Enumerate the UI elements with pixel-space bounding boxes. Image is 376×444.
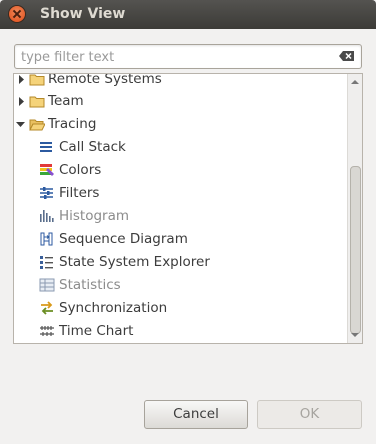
tree-item-label: Histogram: [59, 208, 130, 224]
expanded-arrow-icon[interactable]: [16, 120, 25, 129]
tree-item-label: Team: [48, 93, 84, 109]
tree-item-label: Colors: [59, 162, 102, 178]
tree-item-synchronization[interactable]: Synchronization: [14, 297, 348, 319]
tree-item-sequence-diagram[interactable]: Sequence Diagram: [14, 228, 348, 250]
close-icon[interactable]: [9, 6, 25, 22]
folder-open-icon: [29, 119, 45, 131]
cancel-button[interactable]: Cancel: [144, 400, 248, 429]
time-chart-icon: [40, 326, 54, 336]
scroll-down-arrow-icon[interactable]: [351, 331, 359, 339]
statistics-icon: [39, 278, 55, 292]
tree-item-label: Remote Systems: [48, 73, 162, 87]
histogram-icon: [40, 210, 54, 222]
synchronization-icon: [41, 301, 53, 315]
tree-item-label: Tracing: [48, 116, 97, 132]
scrollbar-thumb[interactable]: [350, 166, 361, 334]
tree-item-label: Statistics: [59, 277, 121, 293]
scroll-up-arrow-icon[interactable]: [351, 78, 359, 86]
state-system-explorer-icon: [40, 256, 53, 269]
call-stack-icon: [40, 142, 52, 152]
tree-item-label: Synchronization: [59, 300, 168, 316]
tree-item-label: Time Chart: [59, 323, 134, 339]
tree-item-label: Call Stack: [59, 139, 126, 155]
collapsed-arrow-icon[interactable]: [17, 97, 26, 106]
tree-item-tracing[interactable]: Tracing: [14, 113, 348, 135]
folder-icon: [29, 74, 45, 86]
tree-item-colors[interactable]: Colors: [14, 159, 348, 181]
tree-item-remote-systems[interactable]: Remote Systems: [14, 73, 348, 90]
filter-field[interactable]: [14, 44, 362, 69]
ok-button[interactable]: OK: [257, 400, 362, 429]
filter-input[interactable]: [19, 47, 333, 67]
tree-item-label: State System Explorer: [59, 254, 210, 270]
title-bar: Show View: [0, 0, 376, 29]
sequence-diagram-icon: [40, 232, 53, 246]
tree-item-statistics[interactable]: Statistics: [14, 274, 348, 296]
filters-icon: [40, 187, 53, 199]
tree-item-label: Filters: [59, 185, 100, 201]
clear-icon[interactable]: [339, 51, 355, 61]
colors-icon: [40, 164, 54, 176]
tree-item-team[interactable]: Team: [14, 90, 348, 112]
folder-icon: [29, 96, 45, 108]
tree-item-call-stack[interactable]: Call Stack: [14, 136, 348, 158]
view-tree[interactable]: Remote Systems Team Tracing Call Stack C…: [13, 73, 363, 344]
tree-item-filters[interactable]: Filters: [14, 182, 348, 204]
tree-item-histogram[interactable]: Histogram: [14, 205, 348, 227]
tree-item-time-chart[interactable]: Time Chart: [14, 320, 348, 342]
tree-item-state-system-explorer[interactable]: State System Explorer: [14, 251, 348, 273]
window-title: Show View: [40, 6, 126, 22]
tree-item-label: Sequence Diagram: [59, 231, 188, 247]
collapsed-arrow-icon[interactable]: [17, 75, 26, 84]
vertical-scrollbar[interactable]: [347, 74, 362, 343]
